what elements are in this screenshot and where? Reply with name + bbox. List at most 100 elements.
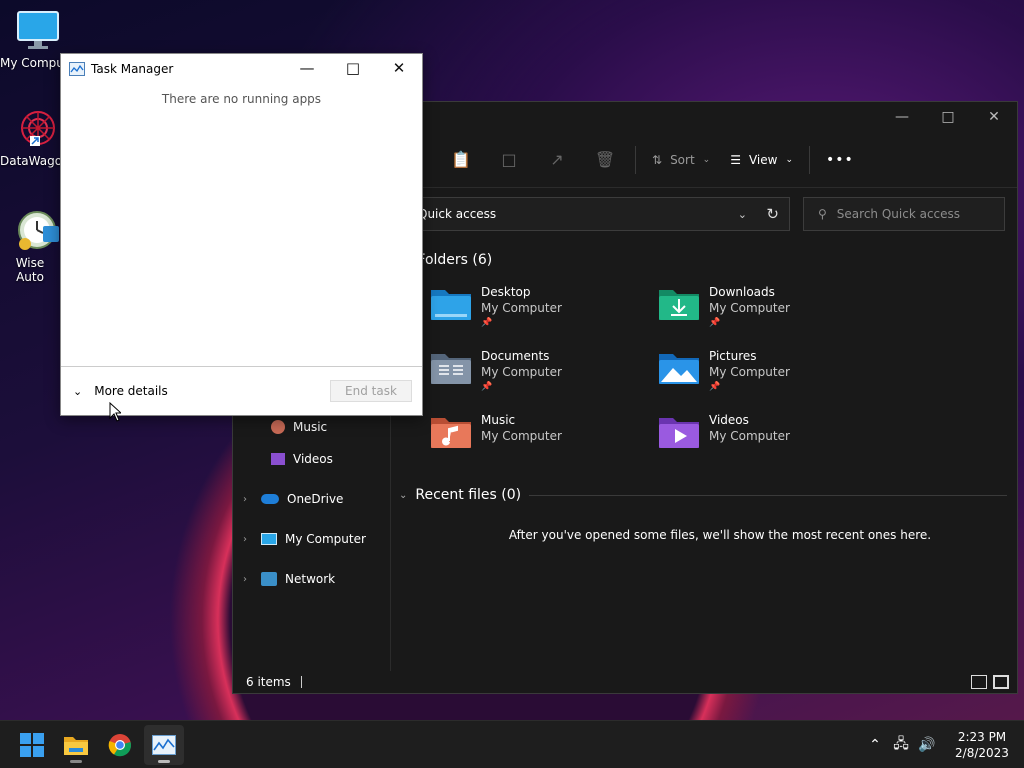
search-icon: ⚲ [818,207,827,221]
taskbar-chrome[interactable] [100,725,140,765]
rename-icon: □ [501,150,517,169]
pin-icon: 📌 [709,318,721,328]
details-view-icon[interactable] [971,675,987,689]
start-button[interactable] [12,725,52,765]
more-details-label: More details [94,384,168,398]
end-task-button[interactable]: End task [330,380,412,402]
window-title: Task Manager [91,62,174,76]
taskbar-task-manager[interactable] [144,725,184,765]
running-indicator [158,760,170,763]
nav-item-onedrive[interactable]: › OneDrive [243,488,343,510]
minimize-button[interactable]: — [879,102,925,132]
chevron-right-icon[interactable]: › [243,494,253,505]
desktop-icon-label: Wise Auto Shutdown [15,256,45,284]
nav-item-label: OneDrive [287,492,344,506]
volume-icon[interactable]: 🔊 [914,737,940,753]
folder-location: My Computer [709,365,790,379]
search-placeholder: Search Quick access [836,207,961,221]
documents-folder-icon [431,354,471,384]
monitor-icon [16,10,60,52]
running-indicator [70,760,82,763]
maximize-button[interactable]: □ [925,102,971,132]
rename-button[interactable]: □ [485,140,533,180]
more-icon: ••• [826,151,854,168]
chevron-down-icon[interactable]: ⌄ [738,208,747,221]
folder-name: Documents [481,349,550,363]
status-divider [300,676,302,688]
close-button[interactable]: ✕ [971,102,1017,132]
close-button[interactable]: ✕ [376,54,422,82]
network-icon [261,572,277,586]
minimize-button[interactable]: — [284,54,330,82]
folder-name: Music [481,413,516,427]
folder-music[interactable]: Music My Computer [429,412,649,468]
taskbar-file-explorer[interactable] [56,725,96,765]
nav-item-network[interactable]: › Network [243,568,335,590]
videos-folder-icon [659,418,699,448]
onedrive-icon [261,494,279,504]
pin-icon: 📌 [481,382,493,392]
content-pane: ⌄ Folders (6) Desktop My Computer 📌 Downlo… [393,242,1017,671]
nav-item-label: Network [285,572,336,586]
folder-location: My Computer [481,301,562,315]
task-manager-titlebar[interactable]: Task Manager — □ ✕ [61,54,422,84]
nav-item-music[interactable]: Music [271,416,327,438]
more-options-button[interactable]: ••• [816,140,864,180]
folder-location: My Computer [481,365,562,379]
recent-files-section-header[interactable]: ⌄ Recent files (0) [399,487,1007,503]
clock-time: 2:23 PM [957,730,1007,744]
maximize-button[interactable]: □ [330,54,376,82]
section-divider [529,494,1007,496]
datawagon-icon [16,106,60,150]
more-details-button[interactable]: ⌄ More details [73,384,168,398]
sort-icon: ⇅ [652,152,663,167]
pin-icon: 📌 [709,382,721,392]
music-icon [271,420,285,434]
share-icon: ↗ [550,150,564,169]
folder-videos[interactable]: Videos My Computer [657,412,877,468]
task-manager-icon [152,735,176,755]
folders-header-label: Folders (6) [417,252,493,268]
desktop-icon-label: My Computer [0,56,60,70]
desktop-folder-icon [431,290,471,320]
folder-documents[interactable]: Documents My Computer 📌 [429,348,649,404]
nav-item-label: My Computer [285,532,366,546]
nav-item-my-computer[interactable]: › My Computer [243,528,366,550]
no-apps-message: There are no running apps [161,92,322,106]
view-button[interactable]: ☰ View ⌄ [720,140,803,180]
wise-shutdown-icon [15,204,61,252]
system-tray: ⌃ 🖧 🔊 2:23 PM 2/8/2023 [862,721,1024,768]
delete-button[interactable]: 🗑 [581,140,629,180]
item-count: 6 items [246,675,291,689]
toolbar-divider [635,145,636,174]
folder-pictures[interactable]: Pictures My Computer 📌 [657,348,877,404]
share-button[interactable]: ↗ [533,140,581,180]
sort-button[interactable]: ⇅ Sort ⌄ [642,140,720,180]
chevron-down-icon: ⌄ [702,154,711,165]
paste-icon: 📋 [451,150,471,169]
folder-desktop[interactable]: Desktop My Computer 📌 [429,284,649,340]
task-manager-icon [69,62,85,76]
music-folder-icon [431,418,471,448]
chevron-down-icon: ⌄ [73,384,83,398]
task-manager-window: Task Manager — □ ✕ There are no running … [60,53,423,416]
videos-icon [271,453,285,465]
mouse-cursor [109,402,121,422]
search-input[interactable]: ⚲ Search Quick access [803,197,1005,231]
folder-name: Pictures [709,349,757,363]
start-icon [20,733,44,757]
taskbar: ⌃ 🖧 🔊 2:23 PM 2/8/2023 [0,720,1024,768]
refresh-icon[interactable]: ↻ [766,205,779,223]
paste-button[interactable]: 📋 [437,140,485,180]
chevron-up-icon[interactable]: ⌃ [862,737,888,753]
address-bar[interactable]: Quick access ⌄ ↻ [413,197,790,231]
tiles-view-icon[interactable] [993,675,1009,689]
folder-downloads[interactable]: Downloads My Computer 📌 [657,284,877,340]
clock[interactable]: 2:23 PM 2/8/2023 [940,729,1024,761]
nav-item-videos[interactable]: Videos [271,448,333,470]
chevron-right-icon[interactable]: › [243,574,253,585]
network-status-icon[interactable]: 🖧 [888,733,914,757]
folder-location: My Computer [709,429,790,443]
chevron-right-icon[interactable]: › [243,534,253,545]
folder-name: Downloads [709,285,775,299]
